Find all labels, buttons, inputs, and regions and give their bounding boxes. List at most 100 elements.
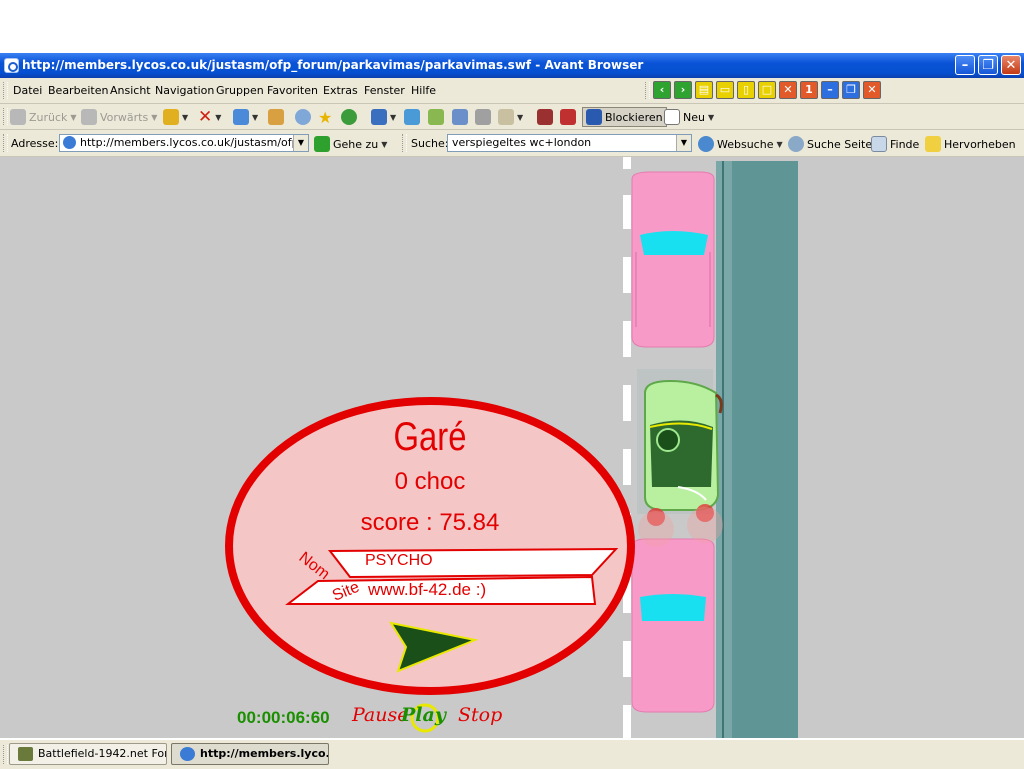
taskbar-grip[interactable]: [3, 745, 8, 764]
address-input[interactable]: http://members.lycos.co.uk/justasm/ofp_f…: [59, 134, 309, 152]
play-button[interactable]: Play: [401, 704, 446, 726]
ie-page-icon: [180, 747, 195, 761]
print-button[interactable]: [475, 108, 491, 126]
tile-vertical-button[interactable]: ▯: [737, 81, 755, 99]
find-button[interactable]: Finde: [871, 135, 919, 153]
taskbar: Battlefield-1942.net For... http://membe…: [0, 739, 1024, 769]
next-tab-button[interactable]: ›: [674, 81, 692, 99]
chevron-down-icon: ▼: [70, 112, 77, 122]
menubar-grip[interactable]: [3, 82, 8, 99]
menu-hilfe[interactable]: Hilfe: [411, 84, 436, 97]
chevron-down-icon: ▼: [707, 112, 715, 122]
window-icon: □: [761, 83, 773, 96]
chevron-down-icon: ▼: [215, 112, 222, 122]
search-button[interactable]: [295, 108, 311, 126]
name-value[interactable]: PSYCHO: [365, 552, 433, 570]
restore-button[interactable]: ❐: [978, 55, 998, 75]
stop-game-button[interactable]: Stop: [458, 704, 502, 726]
forward-label: Vorwärts: [100, 110, 149, 124]
close-button[interactable]: ✕: [1001, 55, 1021, 75]
home-button[interactable]: [268, 108, 284, 126]
go-button[interactable]: Gehe zu ▼: [314, 135, 387, 153]
parking-game-canvas: [0, 157, 1024, 738]
previous-tab-button[interactable]: ‹: [653, 81, 671, 99]
tab-restore-button[interactable]: ❐: [842, 81, 860, 99]
history-button[interactable]: [341, 108, 357, 126]
toolbar-grip[interactable]: [3, 108, 8, 125]
menu-extras[interactable]: Extras: [323, 84, 358, 97]
images-button[interactable]: [537, 108, 553, 126]
chevron-down-icon: ▼: [776, 139, 783, 149]
back-arrow-icon: [10, 109, 26, 125]
search-dropdown-button[interactable]: ▼: [676, 135, 691, 151]
new-page-icon: [664, 109, 680, 125]
tile-horizontal-icon: ▭: [719, 83, 731, 96]
mail-button[interactable]: ▼: [498, 108, 523, 126]
menu-favoriten[interactable]: Favoriten: [267, 84, 318, 97]
websearch-button[interactable]: Websuche ▼: [698, 135, 783, 153]
tab-minimize-button[interactable]: –: [821, 81, 839, 99]
continue-button[interactable]: [388, 619, 480, 675]
ie-page-icon: [63, 136, 76, 149]
menu-fenster[interactable]: Fenster: [364, 84, 405, 97]
result-title: Garé: [393, 415, 467, 459]
edit-button[interactable]: [452, 108, 468, 126]
new-label: Neu: [683, 110, 705, 124]
search-page-button[interactable]: Suche Seite: [788, 135, 872, 153]
websearch-label: Websuche: [717, 137, 774, 151]
chevron-down-icon: ▼: [182, 112, 189, 122]
edit-icon: [452, 109, 468, 125]
menu-navigation[interactable]: Navigation: [155, 84, 214, 97]
site-value[interactable]: www.bf-42.de :): [368, 580, 486, 600]
up-button[interactable]: ▼: [163, 108, 188, 126]
flash-block-icon: [560, 109, 576, 125]
window-title-bar[interactable]: http://members.lycos.co.uk/justasm/ofp_f…: [0, 53, 1024, 78]
minimize-icon: –: [827, 83, 833, 96]
tab-close-button[interactable]: ✕: [863, 81, 881, 99]
minimize-button[interactable]: –: [955, 55, 975, 75]
history-icon: [341, 109, 357, 125]
menu-gruppen[interactable]: Gruppen: [216, 84, 264, 97]
flash-game-area[interactable]: Garé 0 choc score : 75.84 Nom PSYCHO Sit…: [0, 157, 1024, 738]
minimize-icon: –: [961, 58, 969, 73]
avant-browser-icon: [4, 58, 19, 73]
spell-button[interactable]: [428, 108, 444, 126]
stop-button[interactable]: ✕ ▼: [198, 107, 222, 127]
tab-counter-badge[interactable]: 1: [800, 81, 818, 99]
task-members-lycos[interactable]: http://members.lyco...: [171, 743, 329, 765]
forward-button[interactable]: Vorwärts ▼: [81, 108, 157, 126]
menu-bearbeiten[interactable]: Bearbeiten: [48, 84, 108, 97]
close-all-icon: ✕: [783, 83, 793, 96]
close-all-button[interactable]: ✕: [779, 81, 797, 99]
popup-block-button[interactable]: Blockieren: [582, 107, 667, 127]
chevron-right-icon: ›: [680, 83, 686, 96]
cascade-button[interactable]: ▤: [695, 81, 713, 99]
translate-icon: [404, 109, 420, 125]
favorites-button[interactable]: ★: [318, 108, 332, 127]
menu-ansicht[interactable]: Ansicht: [110, 84, 151, 97]
cascade-icon: ▤: [698, 83, 710, 96]
translate-button[interactable]: [404, 108, 420, 126]
refresh-button[interactable]: ▼: [233, 108, 258, 126]
menu-datei[interactable]: Datei: [13, 84, 42, 97]
chevron-down-icon: ▼: [252, 112, 259, 122]
flash-block-button[interactable]: [560, 108, 576, 126]
window-icon: [371, 109, 387, 125]
back-button[interactable]: Zurück ▼: [10, 108, 77, 126]
window-buttons-grip[interactable]: [645, 82, 650, 99]
restore-icon: ❐: [982, 58, 994, 73]
tank-icon: [18, 747, 33, 761]
maximize-all-button[interactable]: □: [758, 81, 776, 99]
task-battlefield-forum[interactable]: Battlefield-1942.net For...: [9, 743, 167, 765]
search-input[interactable]: verspiegeltes wc+london ▼: [447, 134, 692, 152]
highlight-button[interactable]: Hervorheben: [925, 135, 1016, 153]
window-button[interactable]: ▼: [371, 108, 396, 126]
forward-arrow-icon: [81, 109, 97, 125]
address-dropdown-button[interactable]: ▼: [293, 135, 308, 151]
new-button[interactable]: Neu ▼: [664, 108, 714, 126]
addressbar-grip[interactable]: [3, 134, 8, 152]
image-icon: [537, 109, 553, 125]
search-icon: [295, 109, 311, 125]
tile-horizontal-button[interactable]: ▭: [716, 81, 734, 99]
searchbar-grip[interactable]: [402, 134, 407, 152]
